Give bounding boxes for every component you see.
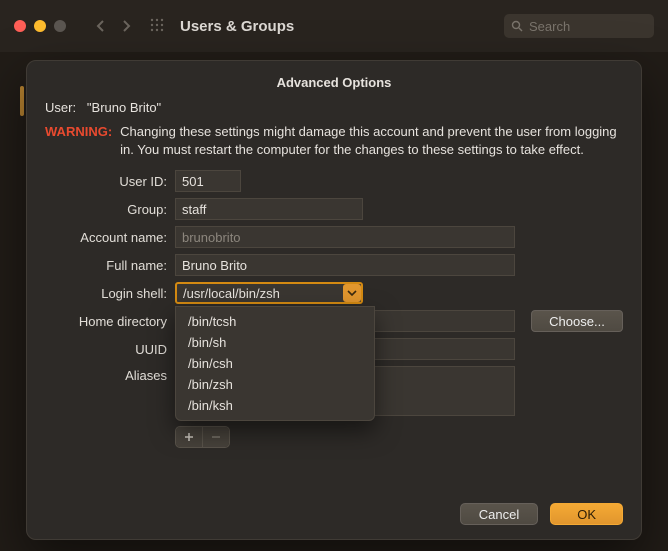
label-aliases: Aliases [45,366,167,383]
window-title: Users & Groups [180,18,294,35]
label-account-name: Account name: [45,230,167,245]
label-uuid: UUID [45,342,167,357]
traffic-lights [14,20,66,32]
user-id-field[interactable]: 501 [175,170,241,192]
search-icon [511,20,523,32]
shell-option[interactable]: /bin/sh [176,332,374,353]
full-name-field[interactable]: Bruno Brito [175,254,515,276]
close-window-icon[interactable] [14,20,26,32]
user-label: User: [45,100,76,115]
label-login-shell: Login shell: [45,286,167,301]
cancel-button[interactable]: Cancel [460,503,538,525]
search-placeholder: Search [529,19,570,34]
label-group: Group: [45,202,167,217]
window-toolbar: Users & Groups Search [0,0,668,52]
minimize-window-icon[interactable] [34,20,46,32]
sidebar-selection-indicator [20,86,24,116]
alias-add-remove [175,426,230,448]
login-shell-combobox[interactable]: /usr/local/bin/zsh /bin/tcsh /bin/sh /bi… [175,282,363,304]
shell-option[interactable]: /bin/csh [176,353,374,374]
label-home-directory: Home directory [45,314,167,329]
shell-option[interactable]: /bin/tcsh [176,311,374,332]
warning-label: WARNING: [45,123,112,158]
add-alias-button[interactable] [176,427,202,447]
account-name-field[interactable]: brunobrito [175,226,515,248]
group-field[interactable]: staff [175,198,363,220]
shell-option[interactable]: /bin/ksh [176,395,374,416]
login-shell-menu: /bin/tcsh /bin/sh /bin/csh /bin/zsh /bin… [175,306,375,421]
label-full-name: Full name: [45,258,167,273]
user-value: "Bruno Brito" [87,100,161,115]
label-user-id: User ID: [45,174,167,189]
sheet-heading: Advanced Options [45,75,623,90]
choose-button[interactable]: Choose... [531,310,623,332]
back-icon[interactable] [90,16,110,36]
advanced-options-sheet: Advanced Options User: "Bruno Brito" WAR… [26,60,642,540]
warning-text: Changing these settings might damage thi… [120,123,623,158]
search-input[interactable]: Search [504,14,654,38]
zoom-window-icon [54,20,66,32]
shell-option[interactable]: /bin/zsh [176,374,374,395]
ok-button[interactable]: OK [550,503,623,525]
chevron-down-icon[interactable] [343,284,361,302]
warning-block: WARNING: Changing these settings might d… [45,123,623,158]
remove-alias-button [202,427,229,447]
forward-icon[interactable] [116,16,136,36]
login-shell-value[interactable]: /usr/local/bin/zsh [175,282,363,304]
user-line: User: "Bruno Brito" [45,100,623,115]
grid-icon[interactable] [150,18,164,35]
